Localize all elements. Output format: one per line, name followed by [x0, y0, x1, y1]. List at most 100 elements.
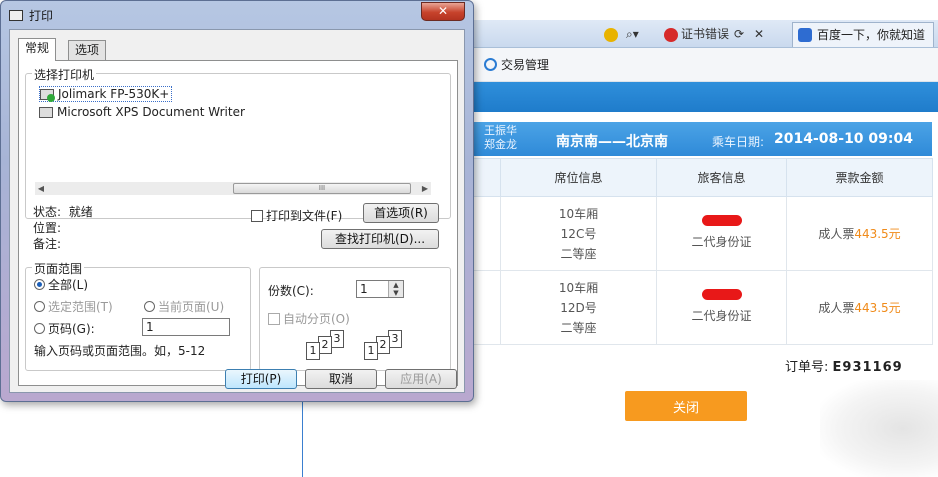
printer-icon — [9, 10, 23, 21]
radio-selection[interactable]: 选定范围(T) — [34, 298, 113, 315]
copies-label: 份数(C): — [268, 284, 314, 298]
table-header-cell — [470, 158, 501, 197]
seat-number: 12D号 — [560, 300, 597, 315]
checkbox-box[interactable] — [268, 313, 280, 325]
nav-strip: 交易管理 — [470, 48, 938, 82]
radio-button[interactable] — [34, 323, 45, 334]
page-sheet: 1 — [364, 342, 378, 360]
page-range-group: 页面范围 全部(L) 选定范围(T) 当前页面(U) 页码(G): 1 输入页码… — [25, 260, 251, 371]
scroll-left-arrow-icon[interactable]: ◀ — [35, 182, 47, 195]
fare-cell: 成人票443.5元 — [786, 270, 933, 345]
find-printer-button[interactable]: 查找打印机(D)... — [321, 229, 439, 249]
spin-down-icon[interactable]: ▼ — [389, 289, 403, 297]
radio-button[interactable] — [34, 301, 45, 312]
print-to-file-checkbox[interactable]: 打印到文件(F) — [251, 207, 342, 224]
screen: ⌕▾ 证书错误 ⟳ ✕ 百度一下，你就知道 交易管理 王振华 郑金龙 南京南——… — [0, 0, 938, 477]
browser-toolbar: ⌕▾ 证书错误 ⟳ ✕ 百度一下，你就知道 — [470, 20, 938, 48]
comment-label: 备注: — [33, 237, 62, 251]
dialog-title: 打印 — [9, 7, 53, 24]
ticket-header: 王振华 郑金龙 南京南——北京南 乘车日期: 2014-08-10 09:04 — [470, 122, 932, 156]
car-number: 10车厢 — [558, 280, 599, 295]
spin-up-icon[interactable]: ▲ — [389, 281, 403, 289]
scroll-thumb[interactable]: III — [233, 183, 411, 194]
column-seat-info: 席位信息 — [500, 158, 657, 197]
radio-pages[interactable]: 页码(G): — [34, 320, 95, 337]
scroll-right-arrow-icon[interactable]: ▶ — [419, 182, 431, 195]
default-check-icon — [47, 94, 55, 102]
dialog-close-button[interactable]: ✕ — [421, 2, 465, 21]
id-type: 二代身份证 — [691, 235, 752, 249]
cert-error-indicator[interactable]: 证书错误 — [664, 25, 729, 43]
passenger-name: 郑金龙 — [484, 138, 517, 151]
passenger-cell: 二代身份证 — [656, 270, 787, 345]
tab-options[interactable]: 选项 — [68, 40, 107, 61]
collate-illustration: 3 2 1 — [306, 330, 356, 360]
tab-page-general: 选择打印机 Jolimark FP-530K+ Microsoft XPS Do… — [18, 60, 458, 386]
copies-group: 份数(C): 1 ▲ ▼ 自动分页(O) 3 2 1 3 2 1 — [259, 267, 451, 371]
ticket-table: 席位信息 旅客信息 票款金额 10车厢 12C号 二等座 二代身份证 成人票443.… — [470, 158, 933, 345]
search-icon[interactable]: ⌕▾ — [626, 25, 639, 43]
seat-class: 二等座 — [560, 320, 597, 335]
tab-general[interactable]: 常规 — [18, 38, 57, 61]
apply-button[interactable]: 应用(A) — [385, 369, 457, 389]
id-type: 二代身份证 — [691, 309, 752, 323]
order-label: 订单号: — [785, 360, 829, 375]
print-button[interactable]: 打印(P) — [225, 369, 297, 389]
collate-checkbox[interactable]: 自动分页(O) — [268, 310, 350, 327]
add-icon[interactable] — [604, 25, 621, 43]
cert-error-label: 证书错误 — [681, 27, 730, 41]
order-number: E931169 — [832, 360, 903, 375]
table-cell — [470, 196, 501, 271]
radio-button[interactable] — [34, 279, 45, 290]
printer-list-scrollbar[interactable]: ◀ III ▶ — [35, 182, 431, 195]
fare-type: 成人票 — [818, 300, 855, 315]
fare-price: 443.5元 — [854, 226, 901, 241]
radio-label: 选定范围(T) — [48, 300, 113, 314]
cancel-button[interactable]: 取消 — [305, 369, 377, 389]
refresh-icon[interactable]: ⟳ — [734, 25, 744, 43]
radio-label: 页码(G): — [48, 322, 95, 336]
column-fare: 票款金额 — [786, 158, 933, 197]
seat-class: 二等座 — [560, 246, 597, 261]
passenger-cell: 二代身份证 — [656, 196, 787, 271]
table-row: 10车厢 12C号二等座 二代身份证 成人票443.5元 — [470, 196, 933, 271]
status-value: 就绪 — [68, 205, 93, 219]
printer-item-jolimark[interactable]: Jolimark FP-530K+ — [39, 86, 173, 102]
route: 南京南——北京南 — [556, 134, 668, 150]
fare-price: 443.5元 — [854, 300, 901, 315]
baidu-paw-icon — [798, 28, 812, 42]
printer-item-xps[interactable]: Microsoft XPS Document Writer — [39, 105, 245, 121]
close-page-icon[interactable]: ✕ — [754, 25, 764, 43]
seat-number: 12C号 — [560, 226, 597, 241]
table-header-row: 席位信息 旅客信息 票款金额 — [470, 158, 933, 197]
order-number-row: 订单号: E931169 — [785, 356, 903, 375]
divider — [302, 400, 303, 477]
printer-name: Microsoft XPS Document Writer — [57, 105, 245, 119]
tab-baidu[interactable]: 百度一下，你就知道 — [792, 22, 934, 47]
error-icon — [664, 27, 678, 42]
checkbox-box[interactable] — [251, 210, 263, 222]
location-label: 位置: — [33, 221, 62, 235]
radio-label: 当前页面(U) — [158, 300, 225, 314]
fare-type: 成人票 — [818, 226, 855, 241]
radio-all-pages[interactable]: 全部(L) — [34, 276, 88, 293]
page-sheet: 3 — [330, 330, 344, 348]
printer-list[interactable]: Jolimark FP-530K+ Microsoft XPS Document… — [35, 84, 439, 176]
copies-spinner[interactable]: ▲ ▼ — [388, 281, 403, 297]
pages-input[interactable]: 1 — [142, 318, 230, 336]
page-range-label: 页面范围 — [32, 260, 85, 277]
passenger-name: 王振华 — [484, 124, 517, 137]
ie-icon — [484, 58, 497, 71]
radio-button[interactable] — [144, 301, 155, 312]
select-printer-group: 选择打印机 Jolimark FP-530K+ Microsoft XPS Do… — [25, 66, 451, 219]
car-number: 10车厢 — [558, 206, 599, 221]
printer-icon — [39, 107, 53, 118]
nav-item-transactions[interactable]: 交易管理 — [484, 56, 549, 73]
preferences-button[interactable]: 首选项(R) — [363, 203, 439, 223]
close-page-button[interactable]: 关闭 — [625, 391, 747, 421]
page-range-hint: 输入页码或页面范围。如，5-12 — [34, 344, 206, 358]
fare-cell: 成人票443.5元 — [786, 196, 933, 271]
location-line: 位置: — [33, 219, 61, 236]
radio-current-page[interactable]: 当前页面(U) — [144, 298, 224, 315]
select-printer-label: 选择打印机 — [32, 66, 97, 83]
